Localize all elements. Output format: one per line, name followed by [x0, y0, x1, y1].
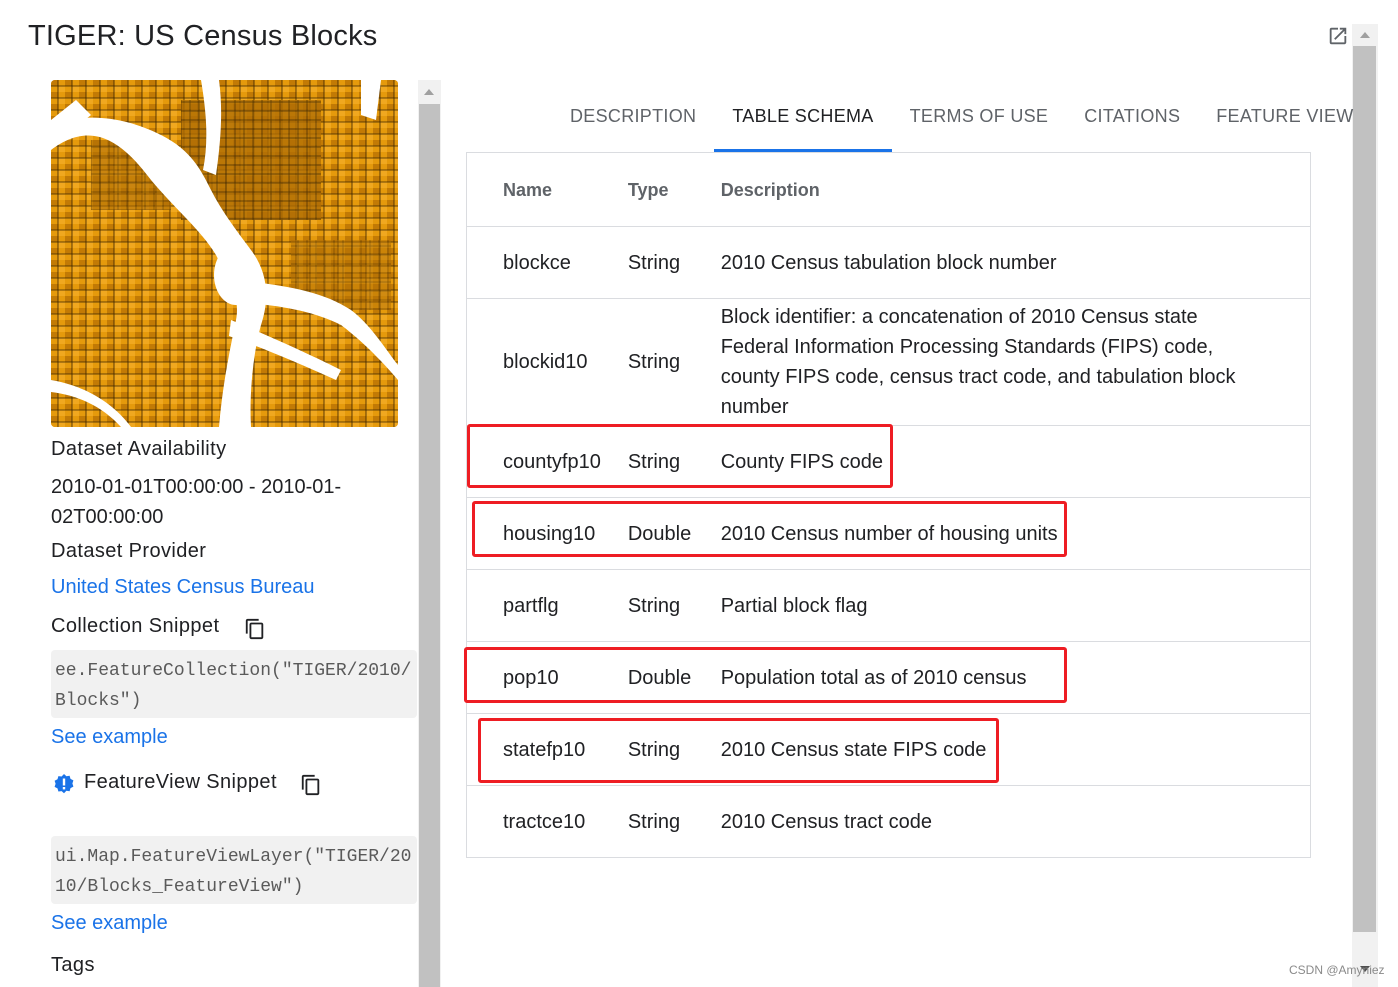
sidebar-scrollbar-thumb[interactable]	[419, 104, 440, 987]
copy-icon[interactable]	[244, 618, 266, 640]
table-row: tractce10 String 2010 Census tract code	[467, 785, 1310, 857]
table-row: blockce String 2010 Census tabulation bl…	[467, 226, 1310, 298]
watermark-text: CSDN @Amyniez	[1289, 963, 1385, 977]
property-name: housing10	[503, 522, 596, 545]
table-row: statefp10 String 2010 Census state FIPS …	[467, 713, 1310, 785]
property-description: 2010 Census state FIPS code	[720, 738, 987, 761]
page-scrollbar-thumb[interactable]	[1353, 46, 1376, 932]
property-type: String	[627, 450, 681, 473]
column-header-type: Type	[627, 179, 669, 200]
dataset-provider-link[interactable]: United States Census Bureau	[51, 576, 315, 599]
tab-feature-view[interactable]: FEATURE VIEW	[1198, 92, 1371, 152]
column-header-description: Description	[720, 179, 820, 200]
property-type: String	[627, 251, 681, 274]
dataset-provider-label: Dataset Provider	[51, 540, 207, 562]
property-type: String	[627, 810, 681, 833]
collection-snippet-label: Collection Snippet	[51, 615, 220, 637]
table-row: blockid10 String Block identifier: a con…	[467, 298, 1310, 425]
sidebar-scrollbar[interactable]	[418, 80, 441, 987]
tab-citations[interactable]: CITATIONS	[1066, 92, 1198, 152]
collection-snippet-code[interactable]: ee.FeatureCollection("TIGER/2010/Blocks"…	[51, 650, 417, 718]
property-type: String	[627, 738, 681, 761]
column-header-name: Name	[503, 179, 553, 200]
dataset-availability-value: 2010-01-01T00:00:00 - 2010-01-02T00:00:0…	[51, 476, 342, 528]
dataset-tabs: DESCRIPTION TABLE SCHEMA TERMS OF USE CI…	[552, 92, 1372, 152]
see-example-link-collection[interactable]: See example	[51, 726, 168, 749]
featureview-snippet-code[interactable]: ui.Map.FeatureViewLayer("TIGER/2010/Bloc…	[51, 836, 417, 904]
table-header-row: Name Type Description	[467, 153, 1310, 226]
property-description: Block identifier: a concatenation of 201…	[720, 306, 1236, 418]
tab-table-schema[interactable]: TABLE SCHEMA	[714, 92, 892, 152]
property-description: 2010 Census number of housing units	[720, 522, 1058, 545]
property-description: 2010 Census tract code	[720, 810, 932, 833]
property-name: countyfp10	[503, 450, 601, 473]
property-name: partflg	[503, 594, 559, 617]
scroll-up-arrow-icon[interactable]	[1360, 32, 1370, 38]
featureview-snippet-label: FeatureView Snippet	[84, 771, 277, 793]
property-description: 2010 Census tabulation block number	[720, 251, 1057, 274]
property-type: Double	[627, 522, 692, 545]
property-name: tractce10	[503, 810, 586, 833]
property-type: String	[627, 594, 681, 617]
property-name: blockid10	[503, 351, 588, 373]
property-name: blockce	[503, 251, 571, 274]
tab-terms-of-use[interactable]: TERMS OF USE	[892, 92, 1067, 152]
property-description: Partial block flag	[720, 594, 868, 617]
property-name: pop10	[503, 666, 559, 689]
dataset-thumbnail-map	[51, 80, 398, 427]
property-type: Double	[627, 666, 692, 689]
dataset-availability-label: Dataset Availability	[51, 438, 227, 460]
property-type: String	[627, 351, 681, 373]
tags-label: Tags	[51, 954, 95, 976]
tab-description[interactable]: DESCRIPTION	[552, 92, 714, 152]
table-row: partflg String Partial block flag	[467, 569, 1310, 641]
sidebar-scroll-up-arrow-icon[interactable]	[424, 89, 434, 95]
table-row: pop10 Double Population total as of 2010…	[467, 641, 1310, 713]
table-row: countyfp10 String County FIPS code	[467, 425, 1310, 497]
property-description: Population total as of 2010 census	[720, 666, 1027, 689]
open-in-new-icon[interactable]	[1327, 25, 1349, 47]
property-name: statefp10	[503, 738, 586, 761]
see-example-link-featureview[interactable]: See example	[51, 912, 168, 935]
table-schema: Name Type Description blockce String 201…	[466, 152, 1311, 858]
page-scrollbar[interactable]	[1352, 24, 1378, 987]
warning-badge-icon	[54, 774, 74, 794]
copy-icon[interactable]	[300, 774, 322, 796]
property-description: County FIPS code	[720, 450, 884, 473]
page-title: TIGER: US Census Blocks	[28, 20, 378, 52]
census-blocks-map-image	[51, 80, 398, 427]
table-row: housing10 Double 2010 Census number of h…	[467, 497, 1310, 569]
